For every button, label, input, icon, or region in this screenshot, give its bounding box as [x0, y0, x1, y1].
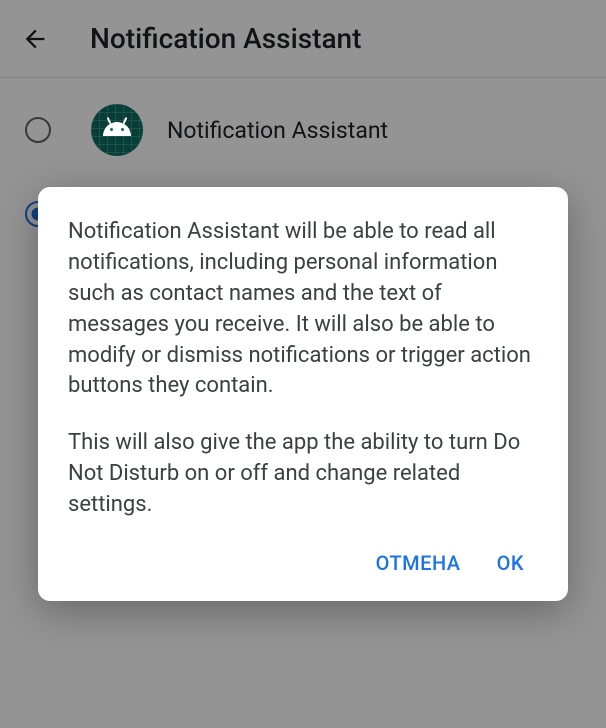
dialog-actions: ОТМЕНА OK: [68, 541, 538, 585]
dialog-body: Notification Assistant will be able to r…: [68, 217, 538, 520]
android-icon: [103, 122, 131, 138]
modal-overlay[interactable]: Notification Assistant will be able to r…: [0, 0, 606, 728]
cancel-button[interactable]: ОТМЕНА: [376, 551, 461, 575]
dialog-paragraph-1: Notification Assistant will be able to r…: [68, 217, 538, 402]
permission-dialog: Notification Assistant will be able to r…: [38, 187, 568, 600]
ok-button[interactable]: OK: [497, 551, 524, 575]
dialog-paragraph-2: This will also give the app the ability …: [68, 428, 538, 520]
